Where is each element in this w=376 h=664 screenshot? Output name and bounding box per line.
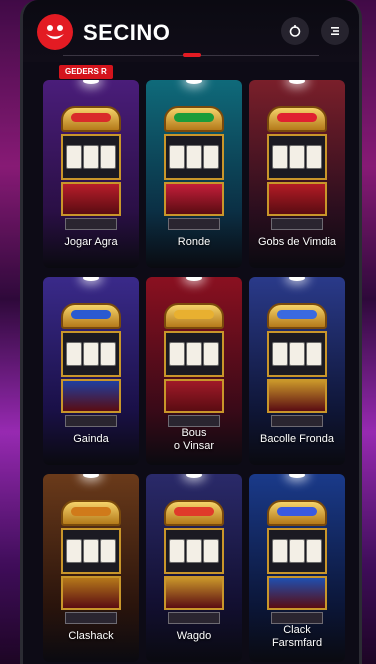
active-indicator xyxy=(183,53,201,57)
slot-machine-image xyxy=(267,106,327,230)
spotlight xyxy=(83,277,99,281)
slot-machine-image xyxy=(61,303,121,427)
slot-machine-image xyxy=(164,303,224,427)
game-title: Bous o Vinsar xyxy=(173,427,215,452)
spotlight xyxy=(289,474,305,478)
game-card[interactable]: Wagdo xyxy=(146,474,242,662)
spotlight xyxy=(289,80,305,84)
slot-machine-image xyxy=(267,303,327,427)
spotlight xyxy=(83,474,99,478)
game-card[interactable]: Gobs de Vimdia xyxy=(249,80,345,268)
game-title: Wagdo xyxy=(176,630,212,642)
game-title: Gainda xyxy=(73,433,109,445)
menu-button[interactable] xyxy=(321,17,349,45)
refresh-icon xyxy=(289,25,301,37)
game-title: Gobs de Vimdia xyxy=(257,236,337,248)
spotlight xyxy=(83,80,99,84)
spotlight xyxy=(186,80,202,84)
game-title: Bacolle Fronda xyxy=(260,433,334,445)
spotlight xyxy=(289,277,305,281)
slot-machine-image xyxy=(61,500,121,624)
slot-machine-image xyxy=(267,500,327,624)
game-title: Ronde xyxy=(177,236,211,248)
spotlight xyxy=(186,474,202,478)
game-card[interactable]: Ronde xyxy=(146,80,242,268)
app-header: SECINO xyxy=(23,0,359,62)
game-card[interactable]: Clashack xyxy=(43,474,139,662)
menu-icon xyxy=(331,27,339,35)
game-card[interactable]: Bacolle Fronda xyxy=(249,277,345,465)
game-card[interactable]: Gainda xyxy=(43,277,139,465)
brand-name: SECINO xyxy=(83,20,171,45)
section-chip[interactable]: GEDERS R xyxy=(59,65,113,79)
phone-frame: SECINO GEDERS R Jogar Agra Ronde Gobs de V… xyxy=(20,0,362,664)
game-card[interactable]: Bous o Vinsar xyxy=(146,277,242,465)
game-card[interactable]: Clack Farsmfard xyxy=(249,474,345,662)
game-title: Clashack xyxy=(68,630,114,642)
slot-machine-image xyxy=(164,106,224,230)
game-title: Clack Farsmfard xyxy=(271,624,323,649)
refresh-button[interactable] xyxy=(281,17,309,45)
spotlight xyxy=(186,277,202,281)
smile-logo-icon[interactable] xyxy=(37,14,73,50)
slot-machine-image xyxy=(61,106,121,230)
slot-machine-image xyxy=(164,500,224,624)
game-title: Jogar Agra xyxy=(64,236,118,248)
game-card[interactable]: Jogar Agra xyxy=(43,80,139,268)
